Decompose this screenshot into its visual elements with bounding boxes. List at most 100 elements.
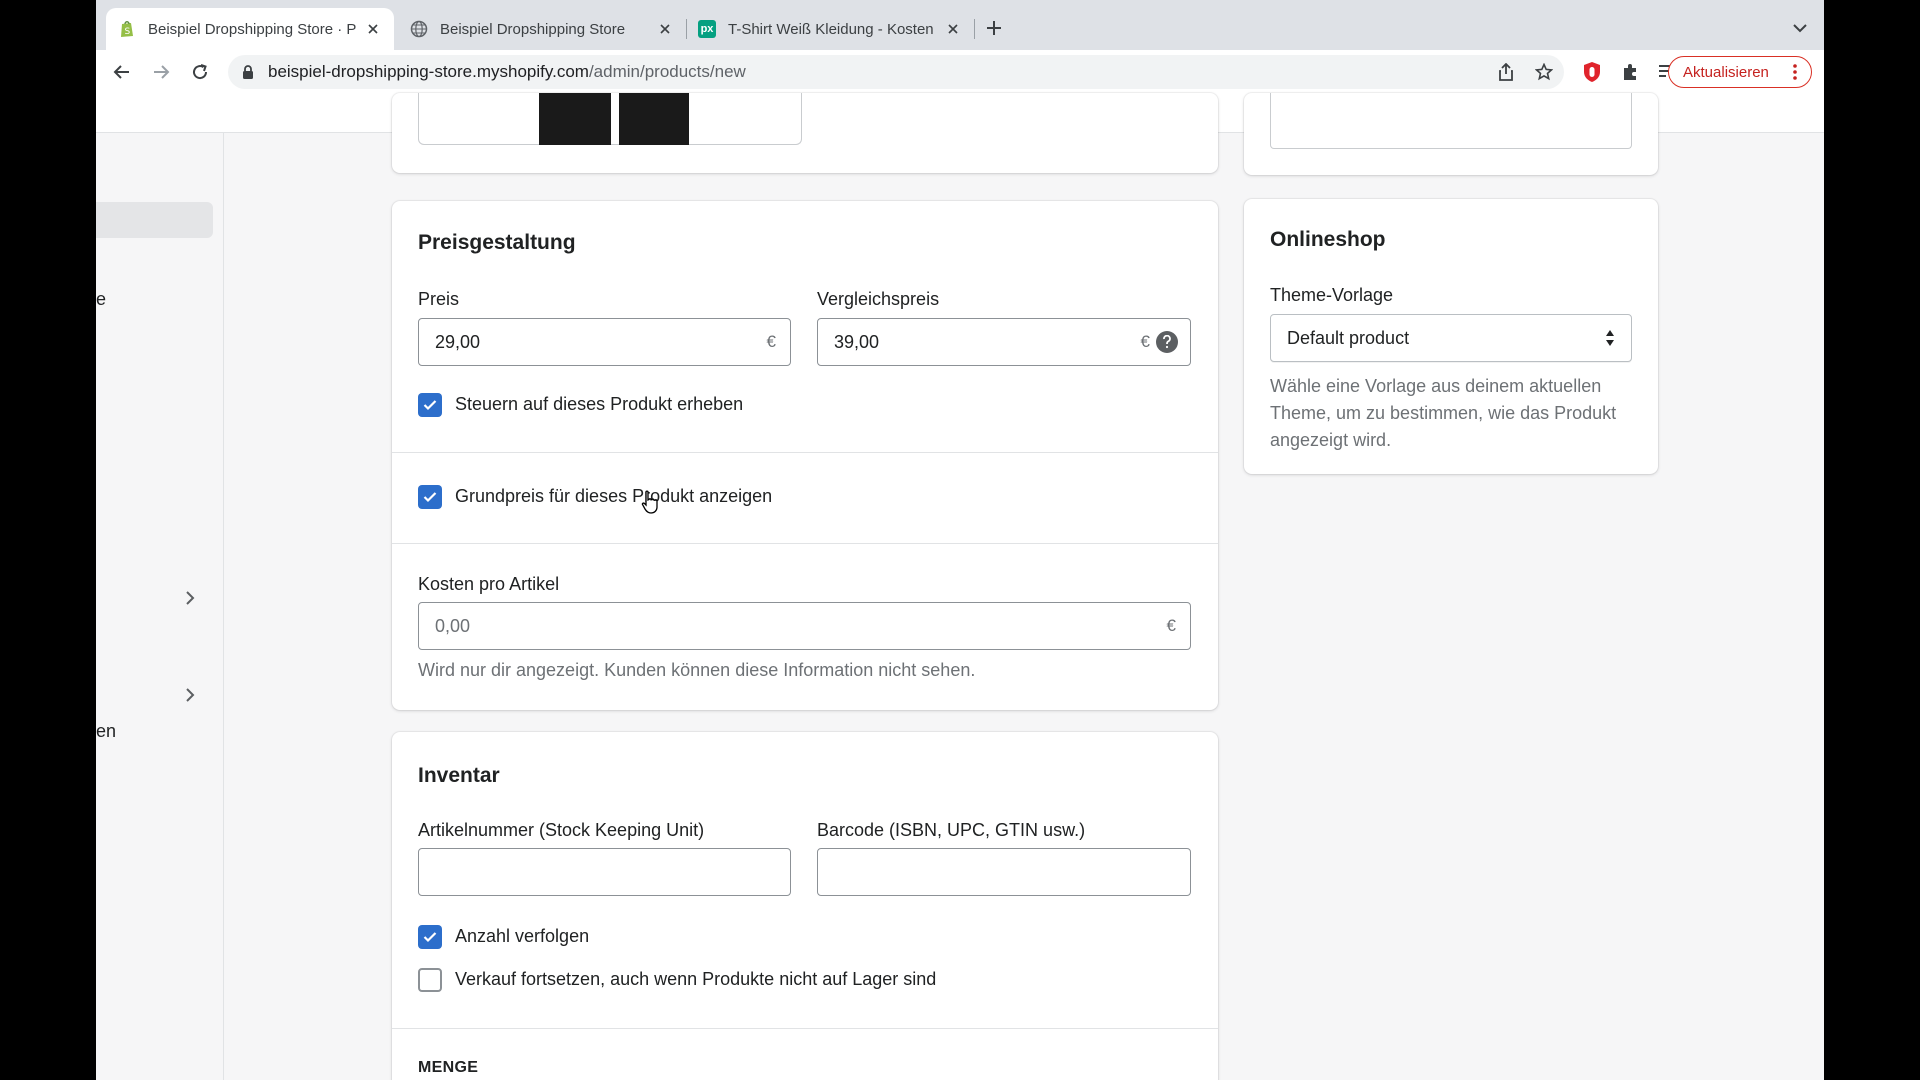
tab-title: T-Shirt Weiß Kleidung - Kosten	[728, 20, 934, 38]
adblock-extension-button[interactable]	[1578, 58, 1606, 86]
checkmark-icon	[423, 492, 437, 503]
sidebar-item-selected[interactable]	[96, 202, 213, 238]
cost-per-item-placeholder: 0,00	[435, 615, 471, 636]
section-divider	[392, 452, 1218, 453]
admin-sidebar: e en	[96, 133, 224, 1080]
theme-template-help: Wähle eine Vorlage aus deinem aktuellen …	[1270, 376, 1617, 450]
address-bar[interactable]: beispiel-dropshipping-store.myshopify.co…	[228, 55, 1564, 89]
product-image-thumbnail[interactable]	[619, 93, 689, 145]
cost-help-text: Wird nur dir angezeigt. Kunden können di…	[418, 660, 976, 680]
theme-template-label: Theme-Vorlage	[1270, 285, 1394, 305]
tab-search-button[interactable]	[1788, 16, 1812, 40]
url-path: /admin/products/new	[588, 62, 746, 81]
currency-symbol: €	[766, 332, 776, 351]
media-thumbnail-strip[interactable]	[418, 93, 802, 145]
close-icon[interactable]	[944, 20, 962, 38]
close-icon[interactable]	[656, 20, 674, 38]
price-input[interactable]: 29,00 €	[418, 318, 791, 366]
media-card	[392, 93, 1218, 173]
pricing-card: Preisgestaltung Preis 29,00 € Vergleichs…	[392, 201, 1218, 710]
browser-window: S Beispiel Dropshipping Store · P Beispi…	[96, 0, 1824, 1080]
pexels-badge-text: px	[700, 23, 714, 35]
cost-per-item-label: Kosten pro Artikel	[418, 574, 560, 594]
tab-pexels[interactable]: px T-Shirt Weiß Kleidung - Kosten	[686, 8, 974, 50]
arrow-left-icon	[113, 65, 129, 79]
track-quantity-label[interactable]: Anzahl verfolgen	[455, 926, 589, 947]
section-divider	[392, 1028, 1218, 1029]
bookmark-button[interactable]	[1530, 58, 1558, 86]
compare-price-input[interactable]: 39,00 €	[817, 318, 1191, 366]
help-question-icon[interactable]	[1156, 331, 1178, 353]
tab-title: Beispiel Dropshipping Store · P	[148, 20, 356, 38]
globe-icon	[410, 20, 428, 38]
sku-label: Artikelnummer (Stock Keeping Unit)	[418, 820, 705, 840]
theme-template-value: Default product	[1287, 327, 1410, 348]
unit-price-label[interactable]: Grundpreis für dieses Produkt anzeigen	[455, 486, 772, 507]
price-value: 29,00	[435, 331, 481, 352]
chevron-right-icon[interactable]	[180, 685, 200, 705]
organization-field[interactable]	[1270, 93, 1632, 149]
more-vertical-icon[interactable]	[1787, 63, 1803, 81]
shopify-admin: e en Preisgestaltung Preis 29,00 € Vergl…	[96, 93, 1824, 1080]
track-quantity-checkbox[interactable]	[418, 925, 442, 949]
extensions-button[interactable]	[1616, 58, 1644, 86]
section-divider	[392, 543, 1218, 544]
checkmark-icon	[423, 400, 437, 411]
chevron-right-icon[interactable]	[180, 588, 200, 608]
star-icon	[1535, 63, 1553, 81]
update-browser-button[interactable]: Aktualisieren	[1668, 56, 1812, 88]
quantity-heading: MENGE	[418, 1059, 479, 1076]
inventory-card: Inventar Artikelnummer (Stock Keeping Un…	[392, 732, 1218, 1080]
forward-button[interactable]	[147, 58, 175, 86]
chevron-down-icon	[1793, 24, 1807, 33]
back-button[interactable]	[108, 58, 136, 86]
new-tab-button[interactable]	[980, 14, 1008, 42]
compare-price-value: 39,00	[834, 331, 880, 352]
close-icon[interactable]	[364, 20, 382, 38]
tab-shopify-admin[interactable]: S Beispiel Dropshipping Store · P	[106, 8, 394, 50]
charge-tax-checkbox[interactable]	[418, 393, 442, 417]
price-label: Preis	[418, 289, 460, 309]
product-image-thumbnail[interactable]	[539, 93, 611, 145]
inventory-title: Inventar	[418, 764, 500, 787]
cost-per-item-input[interactable]: 0,00 €	[418, 602, 1191, 650]
pexels-icon: px	[698, 20, 716, 38]
puzzle-icon	[1624, 64, 1636, 80]
shopify-icon: S	[118, 20, 136, 38]
svg-text:S: S	[125, 27, 131, 37]
sku-input[interactable]	[418, 848, 791, 896]
sidebar-item-label-fragment[interactable]: e	[96, 289, 106, 310]
checkmark-icon	[423, 932, 437, 943]
select-arrows-icon	[1605, 328, 1615, 348]
currency-symbol: €	[1166, 616, 1176, 635]
compare-price-label: Vergleichspreis	[817, 289, 940, 309]
tab-separator	[974, 19, 975, 39]
lock-icon	[240, 63, 256, 81]
theme-template-select[interactable]: Default product	[1270, 314, 1632, 362]
tab-title: Beispiel Dropshipping Store	[440, 20, 626, 38]
tab-storefront[interactable]: Beispiel Dropshipping Store	[398, 8, 686, 50]
sidebar-item-label-fragment[interactable]: en	[96, 721, 116, 742]
continue-selling-label[interactable]: Verkauf fortsetzen, auch wenn Produkte n…	[455, 969, 936, 990]
reload-button[interactable]	[186, 58, 214, 86]
currency-symbol: €	[1140, 332, 1150, 351]
pricing-title: Preisgestaltung	[418, 231, 576, 254]
shield-icon	[1584, 62, 1600, 82]
share-button[interactable]	[1492, 58, 1520, 86]
share-icon	[1499, 63, 1513, 81]
organization-card	[1244, 93, 1658, 175]
barcode-input[interactable]	[817, 848, 1191, 896]
online-store-card: Onlineshop Theme-Vorlage Default product…	[1244, 199, 1658, 474]
barcode-label: Barcode (ISBN, UPC, GTIN usw.)	[817, 820, 1086, 840]
reload-icon	[193, 64, 208, 80]
tab-strip: S Beispiel Dropshipping Store · P Beispi…	[96, 0, 1824, 50]
hand-pointer-cursor-icon	[640, 490, 660, 514]
url-host: beispiel-dropshipping-store.myshopify.co…	[268, 62, 589, 81]
browser-toolbar: beispiel-dropshipping-store.myshopify.co…	[96, 50, 1824, 94]
online-store-title: Onlineshop	[1270, 228, 1386, 251]
update-button-label: Aktualisieren	[1683, 63, 1769, 81]
continue-selling-checkbox[interactable]	[418, 968, 442, 992]
unit-price-checkbox[interactable]	[418, 485, 442, 509]
plus-icon	[987, 21, 1001, 35]
charge-tax-label[interactable]: Steuern auf dieses Produkt erheben	[455, 394, 743, 415]
